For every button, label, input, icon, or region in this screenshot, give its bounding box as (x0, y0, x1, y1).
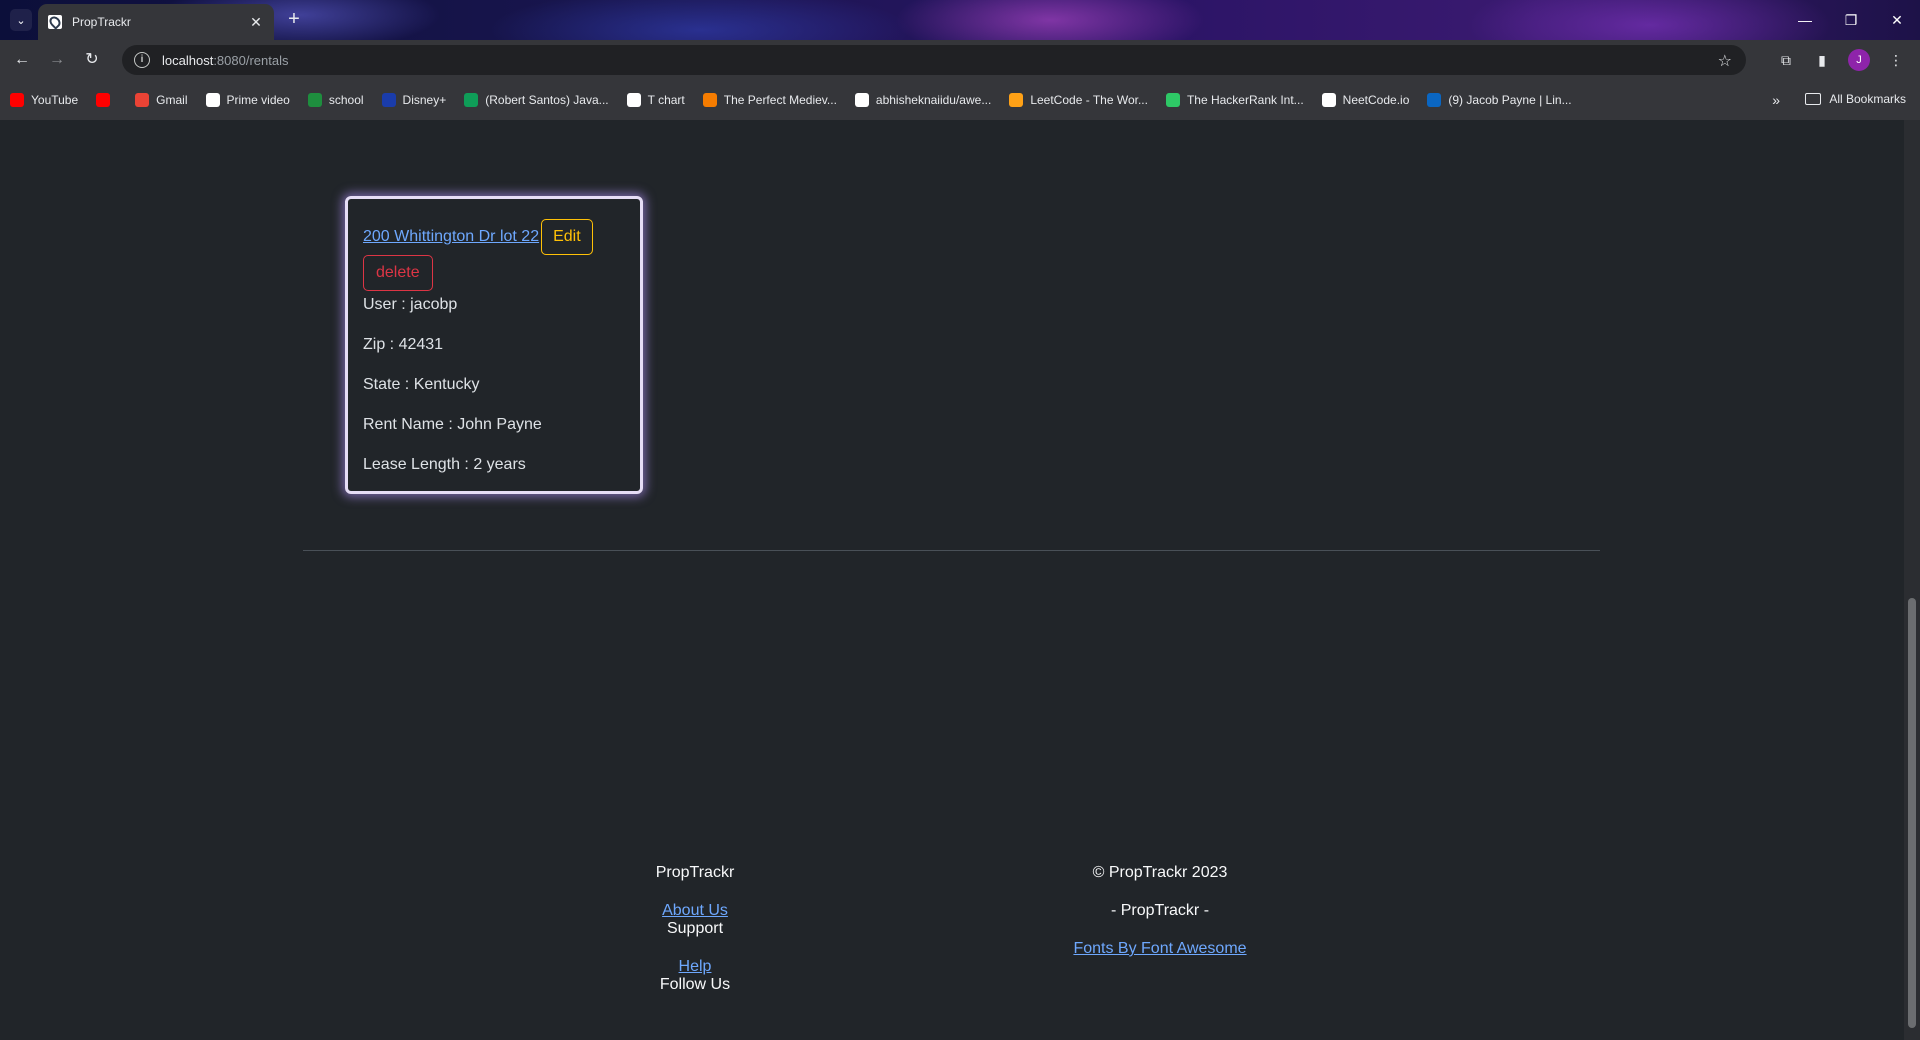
tab-bar: ⌄ PropTrackr ✕ + — ❐ ✕ (0, 0, 1920, 40)
bookmark-favicon-icon (626, 93, 641, 107)
url-host: localhost (162, 52, 214, 68)
bookmark-favicon-icon (96, 93, 111, 107)
minimize-icon[interactable]: — (1782, 0, 1828, 40)
bookmark-label: school (328, 93, 364, 107)
bookmark-favicon-icon (381, 93, 396, 107)
browser-chrome: ⌄ PropTrackr ✕ + — ❐ ✕ ← → ↻ i localhost… (0, 0, 1920, 120)
bookmark-favicon-icon (702, 93, 717, 107)
bookmark-label: T chart (647, 93, 685, 107)
follow-us-heading: Follow Us (659, 976, 731, 993)
bookmark-label: The HackerRank Int... (1186, 93, 1304, 107)
bookmark-item[interactable]: (9) Jacob Payne | Lin... (1427, 93, 1572, 107)
rental-card-header: 200 Whittington Dr lot 22 Edit delete (363, 219, 625, 291)
about-us-link[interactable]: About Us (620, 902, 770, 920)
footer-right-column: © PropTrackr 2023 - PropTrackr - Fonts B… (1040, 864, 1280, 958)
bookmark-item[interactable]: YouTube (10, 93, 78, 107)
bookmark-label: abhisheknaiidu/awe... (875, 93, 992, 107)
location-pin-icon (48, 15, 62, 29)
scrollbar-thumb[interactable] (1908, 598, 1916, 1028)
active-tab[interactable]: PropTrackr ✕ (38, 4, 274, 40)
bookmark-favicon-icon (1009, 93, 1024, 107)
bookmark-favicon-icon (1427, 93, 1442, 107)
bookmark-item[interactable]: LeetCode - The Wor... (1009, 93, 1148, 107)
bookmark-label: (Robert Santos) Java... (485, 93, 609, 107)
back-arrow-icon[interactable]: ← (10, 48, 34, 72)
folder-icon (1805, 93, 1822, 105)
rental-card: 200 Whittington Dr lot 22 Edit delete Us… (345, 196, 643, 494)
side-panel-icon[interactable]: ▮ (1812, 50, 1832, 70)
rental-user: User : jacobp (363, 296, 458, 313)
support-heading: Support (666, 920, 724, 937)
window-controls: — ❐ ✕ (1782, 0, 1920, 40)
copyright-text: © PropTrackr 2023 (1092, 864, 1228, 881)
close-window-icon[interactable]: ✕ (1874, 0, 1920, 40)
font-awesome-link[interactable]: Fonts By Font Awesome (1040, 940, 1280, 958)
bookmark-item[interactable]: T chart (626, 93, 685, 107)
bookmark-item[interactable] (96, 93, 117, 107)
reload-icon[interactable]: ↻ (80, 48, 104, 72)
tab-title: PropTrackr (72, 15, 131, 29)
rental-state: State : Kentucky (363, 376, 480, 393)
bookmark-label: YouTube (31, 93, 79, 107)
bookmark-item[interactable]: Prime video (205, 93, 290, 107)
bookmark-item[interactable]: Gmail (135, 93, 188, 107)
rental-address-link[interactable]: 200 Whittington Dr lot 22 (363, 228, 539, 246)
footer-tagline: - PropTrackr - (1110, 902, 1210, 919)
bookmark-favicon-icon (10, 93, 24, 107)
footer-brand: PropTrackr (655, 864, 735, 881)
bookmark-label: Prime video (226, 93, 290, 107)
url-path: :8080/rentals (213, 52, 289, 68)
extensions-icon[interactable]: ⧉ (1776, 50, 1796, 70)
bookmarks-bar: YouTube Gmail Prime video school Disney+ (Rob… (0, 80, 1920, 120)
bookmark-label: The Perfect Mediev... (723, 93, 837, 107)
rental-rent-name: Rent Name : John Payne (363, 416, 542, 433)
address-bar[interactable]: i localhost:8080/rentals ☆ (122, 45, 1746, 75)
bookmark-item[interactable]: (Robert Santos) Java... (464, 93, 609, 107)
restore-icon[interactable]: ❐ (1828, 0, 1874, 40)
bookmark-label: NeetCode.io (1342, 93, 1410, 107)
toolbar-actions: ⧉ ▮ J ⋮ (1776, 40, 1920, 80)
tab-search-button[interactable]: ⌄ (10, 9, 32, 31)
footer-divider (303, 550, 1600, 551)
bookmark-favicon-icon (464, 93, 479, 107)
bookmark-favicon-icon (854, 93, 869, 107)
bookmark-item[interactable]: The HackerRank Int... (1165, 93, 1304, 107)
bookmark-label: Gmail (156, 93, 188, 107)
bookmark-label: LeetCode - The Wor... (1030, 93, 1148, 107)
browser-toolbar: ← → ↻ i localhost:8080/rentals ☆ ⧉ ▮ J ⋮ (0, 40, 1920, 80)
all-bookmarks-button[interactable]: All Bookmarks (1805, 92, 1906, 106)
bookmark-item[interactable]: The Perfect Mediev... (702, 93, 837, 107)
all-bookmarks-label: All Bookmarks (1829, 92, 1906, 106)
rental-lease-length: Lease Length : 2 years (363, 456, 526, 473)
delete-button[interactable]: delete (363, 255, 433, 291)
bookmark-item[interactable]: NeetCode.io (1321, 93, 1410, 107)
page-content: 200 Whittington Dr lot 22 Edit delete Us… (0, 120, 1904, 1040)
bookmark-favicon-icon (1165, 93, 1180, 107)
bookmark-favicon-icon (205, 93, 220, 107)
new-tab-button[interactable]: + (282, 8, 306, 32)
rental-zip: Zip : 42431 (363, 336, 444, 353)
page-scrollbar[interactable] (1904, 120, 1920, 1040)
bookmark-item[interactable]: abhisheknaiidu/awe... (854, 93, 992, 107)
edit-button[interactable]: Edit (541, 219, 593, 255)
bookmark-label: (9) Jacob Payne | Lin... (1448, 93, 1572, 107)
help-link[interactable]: Help (620, 958, 770, 976)
site-info-icon[interactable]: i (134, 52, 150, 68)
bookmark-item[interactable]: Disney+ (381, 93, 447, 107)
bookmark-star-icon[interactable]: ☆ (1718, 51, 1732, 71)
bookmark-favicon-icon (135, 93, 150, 107)
bookmark-favicon-icon (307, 93, 322, 107)
bookmark-label: Disney+ (402, 93, 447, 107)
footer-left-column: PropTrackr About Us Support Help Follow … (620, 864, 770, 994)
bookmark-item[interactable]: school (307, 93, 364, 107)
close-icon[interactable]: ✕ (248, 14, 264, 31)
avatar[interactable]: J (1848, 49, 1870, 71)
bookmark-favicon-icon (1321, 93, 1336, 107)
forward-arrow-icon[interactable]: → (45, 48, 69, 72)
more-bookmarks-icon[interactable]: » (1772, 92, 1780, 108)
menu-kebab-icon[interactable]: ⋮ (1886, 50, 1906, 70)
